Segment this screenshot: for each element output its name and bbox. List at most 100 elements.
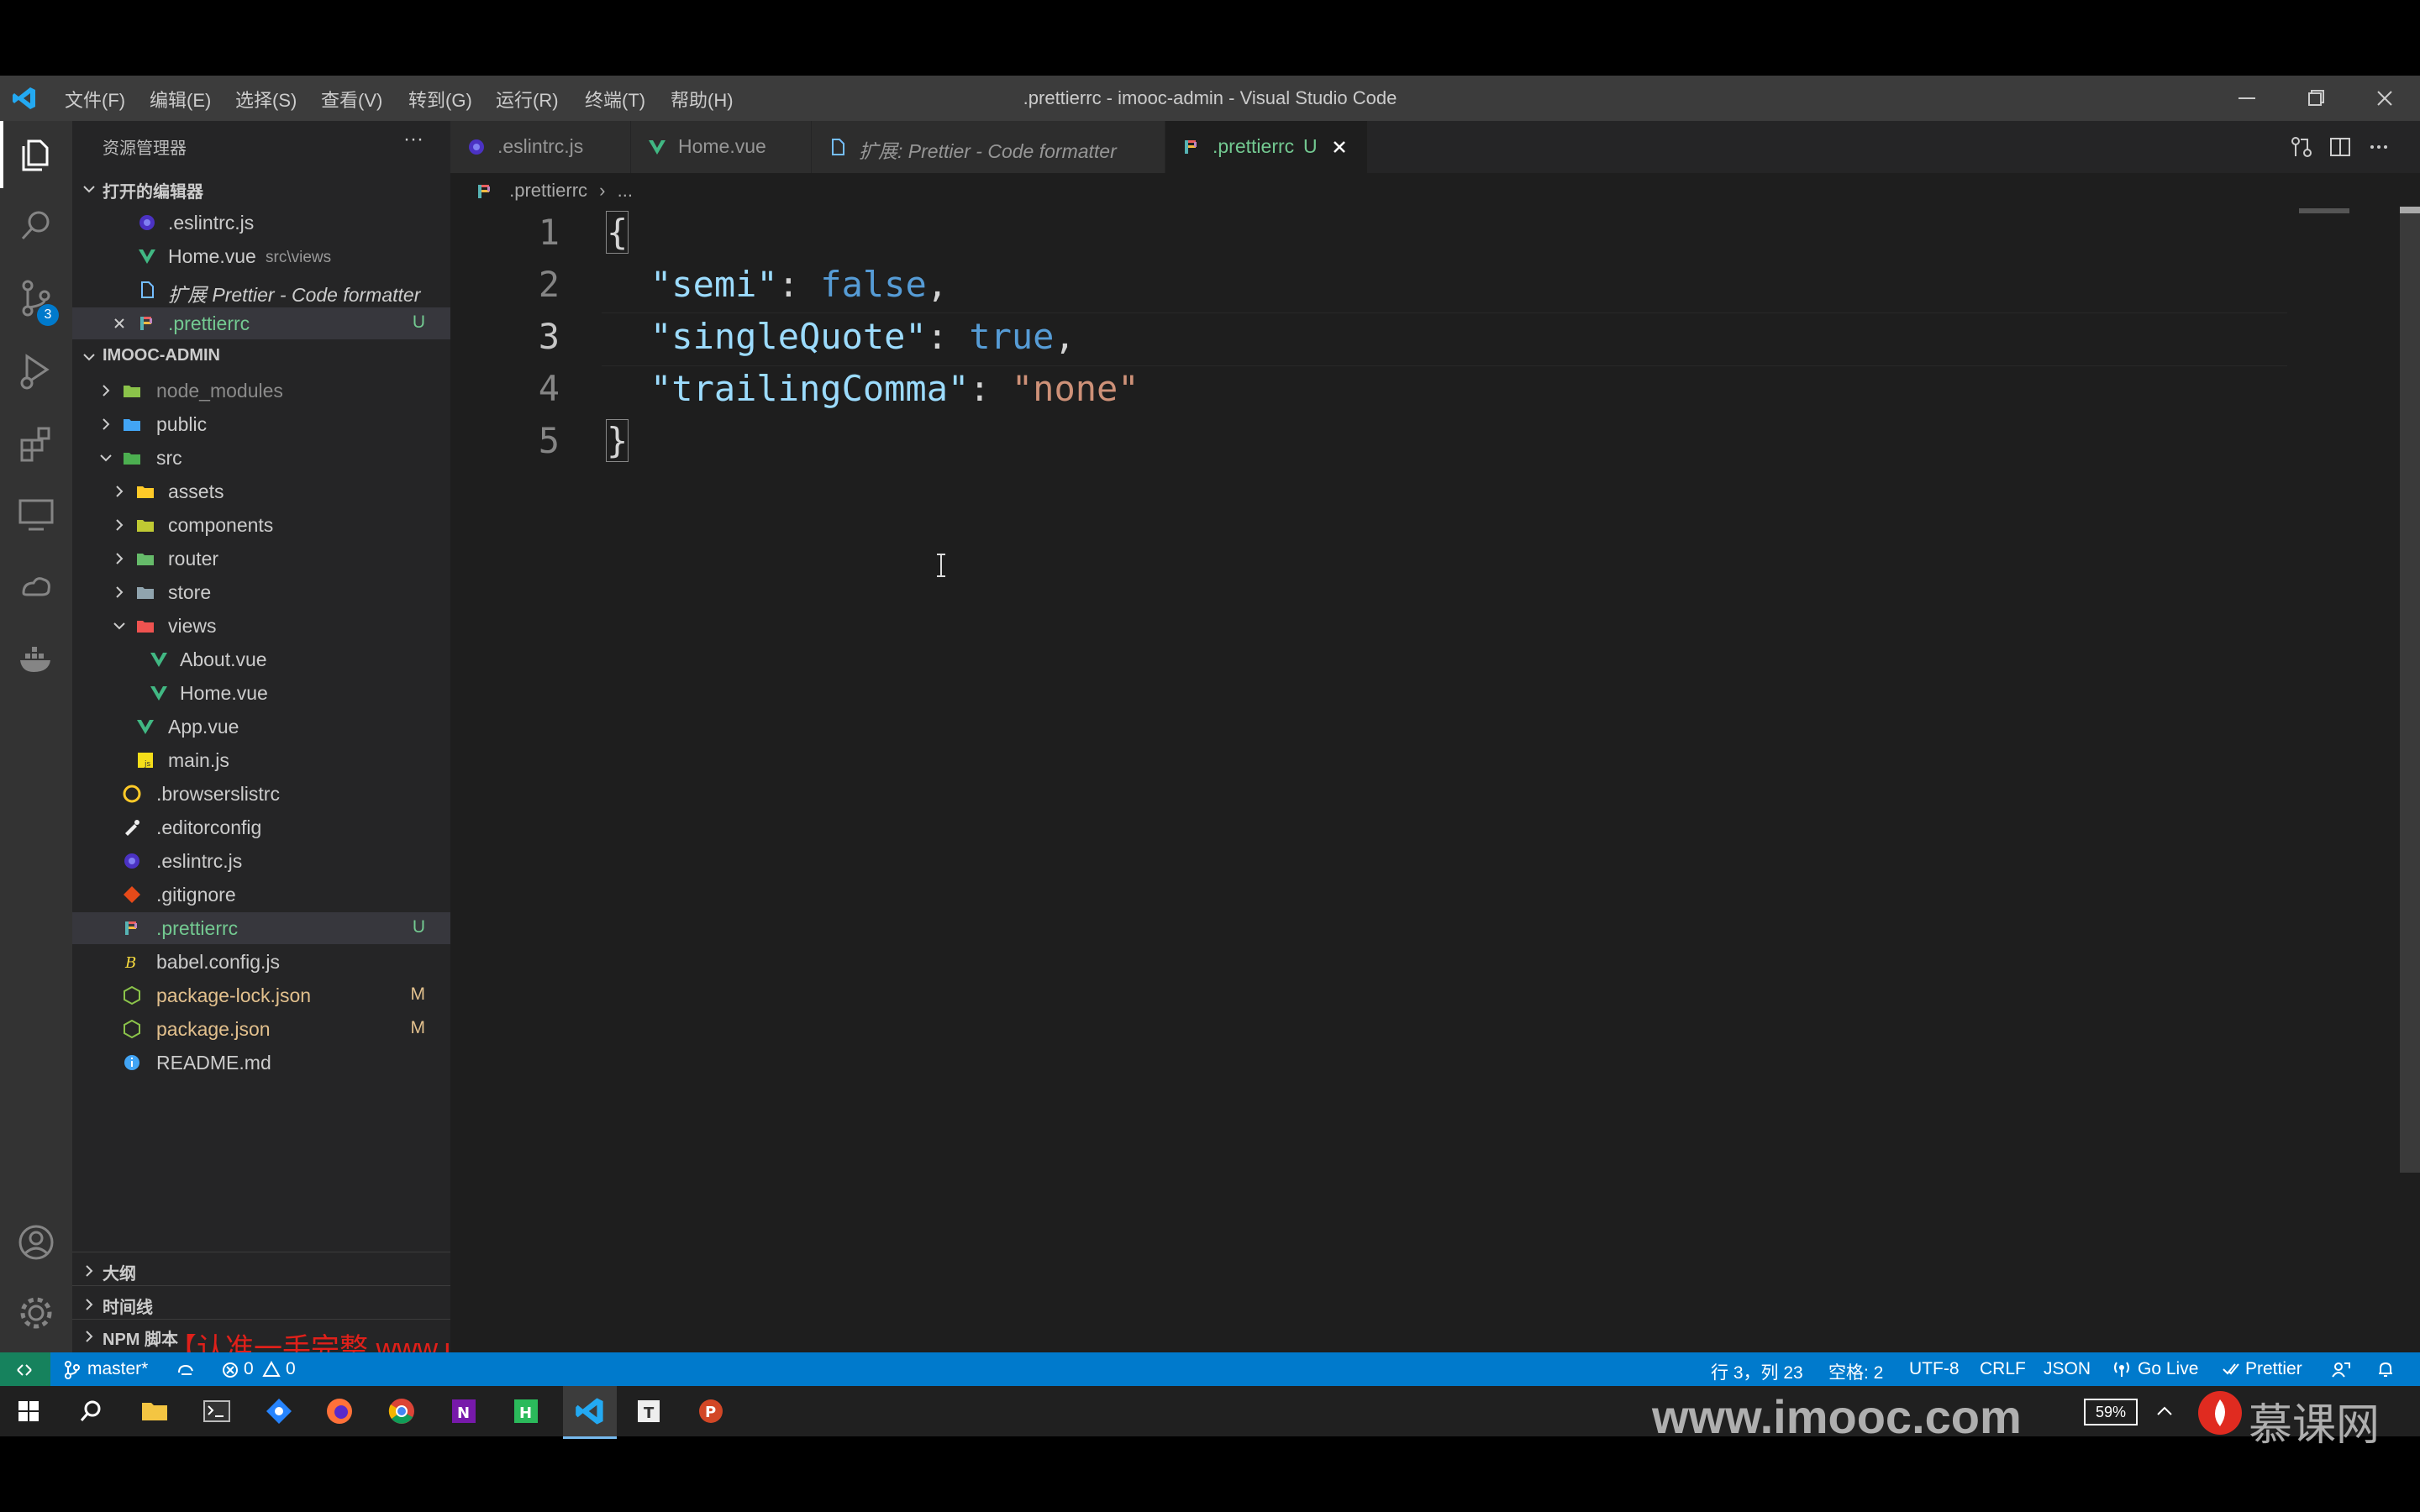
- editorconfig-icon: [125, 820, 139, 836]
- tree-item-store[interactable]: store: [72, 576, 450, 608]
- file-explorer-icon[interactable]: [138, 1394, 171, 1428]
- explorer-sidebar: 资源管理器 ··· 打开的编辑器 .eslintrc.js Home.vue s…: [72, 121, 450, 1352]
- tree-item-package-lock[interactable]: package-lock.json M: [72, 979, 450, 1011]
- chevron-down-icon: [83, 354, 95, 361]
- tree-item-browserslistrc[interactable]: .browserslistrc: [72, 778, 450, 810]
- remote-indicator[interactable]: [0, 1352, 50, 1386]
- scrollbar-cursor-marker: [2400, 207, 2420, 213]
- tab-prettierrc-active[interactable]: .prettierrc U: [1165, 121, 1368, 173]
- encoding[interactable]: UTF-8: [1909, 1359, 1960, 1379]
- vertical-scrollbar[interactable]: [2400, 207, 2420, 1173]
- docker-icon[interactable]: [15, 638, 57, 680]
- notifications-bell-icon[interactable]: [2376, 1360, 2395, 1378]
- eslint-icon: [469, 139, 484, 155]
- restore-icon[interactable]: [2299, 82, 2333, 114]
- hbuilder-icon[interactable]: H: [509, 1394, 543, 1428]
- tree-item-src[interactable]: src: [72, 442, 450, 474]
- sync-icon[interactable]: [175, 1361, 197, 1379]
- tree-item-prettierrc[interactable]: .prettierrc U: [72, 912, 450, 944]
- chrome-icon[interactable]: [385, 1394, 418, 1428]
- firefox-icon[interactable]: [323, 1394, 356, 1428]
- go-live-button[interactable]: Go Live: [2138, 1359, 2198, 1379]
- minimize-icon[interactable]: [2230, 82, 2264, 114]
- taskbar-active-app[interactable]: [563, 1386, 617, 1439]
- cursor-position[interactable]: 行 3，列 23: [1711, 1359, 1803, 1384]
- sourcetree-icon[interactable]: [262, 1394, 296, 1428]
- search-icon[interactable]: [15, 205, 57, 247]
- tab-eslintrc[interactable]: .eslintrc.js: [450, 121, 631, 173]
- branch-name[interactable]: master*: [87, 1359, 148, 1379]
- warning-count[interactable]: 0: [286, 1359, 296, 1379]
- svg-text:N: N: [457, 1404, 470, 1422]
- terminal-icon[interactable]: [200, 1394, 234, 1428]
- line-number: 3: [538, 316, 560, 357]
- open-editor-item[interactable]: Home.vue src\views: [72, 240, 450, 272]
- indentation[interactable]: 空格: 2: [1828, 1359, 1883, 1384]
- prettier-status[interactable]: Prettier: [2245, 1359, 2302, 1379]
- error-count[interactable]: 0: [244, 1359, 254, 1379]
- chevron-right-icon: [86, 1331, 93, 1342]
- open-editors-section[interactable]: 打开的编辑器: [72, 173, 450, 205]
- tree-item-assets[interactable]: assets: [72, 475, 450, 507]
- svg-text:B: B: [124, 954, 136, 971]
- outline-section[interactable]: 大纲: [72, 1255, 450, 1287]
- close-tab-icon[interactable]: [1330, 138, 1349, 156]
- tree-item-app-vue[interactable]: App.vue: [72, 711, 450, 743]
- tree-item-main-js[interactable]: js main.js: [72, 744, 450, 776]
- more-actions-icon[interactable]: ···: [403, 128, 424, 151]
- code-editor[interactable]: .prettierrc › ... 1 2 3 4 5 { "semi": fa…: [450, 173, 2420, 1352]
- project-section[interactable]: IMOOC-ADMIN: [72, 341, 450, 373]
- settings-gear-icon[interactable]: [15, 1292, 57, 1334]
- git-icon: [124, 886, 140, 903]
- close-window-icon[interactable]: [2368, 82, 2402, 114]
- onenote-icon[interactable]: N: [447, 1394, 481, 1428]
- open-editor-item[interactable]: .eslintrc.js: [72, 207, 450, 239]
- powerpoint-icon[interactable]: P: [694, 1394, 728, 1428]
- windows-start-icon[interactable]: [12, 1394, 45, 1428]
- explorer-icon[interactable]: [15, 134, 57, 176]
- run-debug-icon[interactable]: [15, 349, 57, 391]
- tree-item-readme[interactable]: README.md: [72, 1047, 450, 1079]
- split-editor-icon[interactable]: [2328, 134, 2353, 160]
- accounts-icon[interactable]: [15, 1221, 57, 1263]
- end-of-line[interactable]: CRLF: [1980, 1359, 2026, 1379]
- active-indicator: [0, 121, 3, 188]
- search-icon[interactable]: [74, 1394, 108, 1428]
- breadcrumb: .prettierrc › ...: [476, 180, 633, 202]
- feedback-icon[interactable]: [2331, 1360, 2351, 1378]
- chevron-up-icon[interactable]: [2148, 1394, 2181, 1428]
- tab-prettier-extension[interactable]: 扩展: Prettier - Code formatter: [812, 121, 1165, 173]
- remote-explorer-icon[interactable]: [15, 494, 57, 536]
- minimap[interactable]: [2299, 208, 2349, 213]
- open-editor-item-active[interactable]: .prettierrc U: [72, 307, 450, 339]
- brand-watermark-url: www.imooc.com: [1652, 1390, 2022, 1443]
- tree-item-gitignore[interactable]: .gitignore: [72, 879, 450, 911]
- breadcrumb-more[interactable]: ...: [618, 180, 633, 201]
- tree-item-router[interactable]: router: [72, 543, 450, 575]
- tree-item-views[interactable]: views: [72, 610, 450, 642]
- tree-item-home-vue[interactable]: Home.vue: [72, 677, 450, 709]
- breadcrumb-file[interactable]: .prettierrc: [509, 180, 587, 201]
- tree-item-package-json[interactable]: package.json M: [72, 1013, 450, 1045]
- language-mode[interactable]: JSON: [2044, 1359, 2091, 1379]
- chevron-down-icon: [100, 454, 112, 462]
- tree-item-components[interactable]: components: [72, 509, 450, 541]
- extensions-icon[interactable]: [15, 422, 57, 464]
- battery-indicator[interactable]: 59%: [2084, 1399, 2138, 1425]
- more-actions-icon[interactable]: [2366, 134, 2391, 160]
- tab-home-vue[interactable]: Home.vue: [631, 121, 812, 173]
- tree-item-eslintrc[interactable]: .eslintrc.js: [72, 845, 450, 877]
- live-share-icon[interactable]: [15, 566, 57, 608]
- vue-icon: [139, 249, 155, 264]
- tree-item-public[interactable]: public: [72, 408, 450, 440]
- tree-item-node-modules[interactable]: node_modules: [72, 375, 450, 407]
- typora-icon[interactable]: T: [632, 1394, 666, 1428]
- timeline-section[interactable]: 时间线: [72, 1289, 450, 1320]
- open-changes-icon[interactable]: [2289, 134, 2314, 160]
- tree-item-babel-config[interactable]: B babel.config.js: [72, 946, 450, 978]
- tree-item-editorconfig[interactable]: .editorconfig: [72, 811, 450, 843]
- tree-item-about-vue[interactable]: About.vue: [72, 643, 450, 675]
- open-editor-item[interactable]: 扩展 Prettier - Code formatter: [72, 274, 450, 306]
- close-icon[interactable]: [111, 315, 128, 332]
- divider: [72, 1319, 450, 1320]
